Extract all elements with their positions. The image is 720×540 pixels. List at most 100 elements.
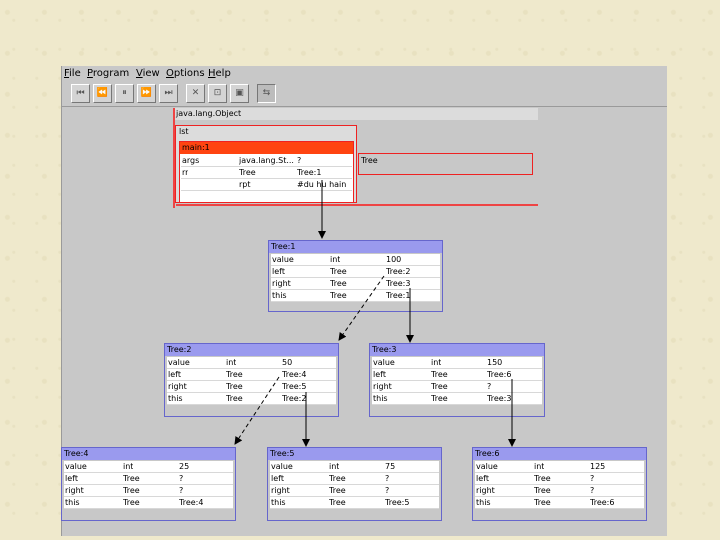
menu-help[interactable]: Help bbox=[208, 66, 231, 82]
tree-node-frame: Tree:5 value int 75 left Tree? right Tree? this T… bbox=[267, 447, 442, 521]
zoom-icon[interactable]: ⊡ bbox=[208, 84, 227, 103]
tree-node-cell: Tree bbox=[534, 498, 551, 507]
step-back-icon[interactable]: ⏪ bbox=[93, 84, 112, 103]
tree-node-cell: this bbox=[373, 394, 388, 403]
menu-options[interactable]: Options bbox=[166, 66, 205, 82]
menu-bar: File Program View Options Help bbox=[62, 66, 667, 82]
rewind-icon[interactable]: ⏮ bbox=[71, 84, 90, 103]
tree-node-cell: int bbox=[330, 255, 341, 264]
tree-node-cell: right bbox=[476, 486, 495, 495]
main-row: args java.lang.St... ? bbox=[181, 155, 352, 167]
tree-node-cell: Tree bbox=[330, 267, 347, 276]
tree-node-cell: 100 bbox=[386, 255, 402, 264]
window-icon[interactable]: ▣ bbox=[230, 84, 249, 103]
tree-node-cell: this bbox=[272, 291, 287, 300]
main-cell: java.lang.St... bbox=[239, 156, 294, 165]
tree-node-cell: Tree:6 bbox=[590, 498, 615, 507]
main-cell: Tree:1 bbox=[297, 168, 322, 177]
tree-node-cell: Tree bbox=[123, 474, 140, 483]
tree-node-row: value int 50 bbox=[167, 357, 336, 369]
main-row: rpt #du hu hain bbox=[181, 179, 352, 191]
tree-node-cell: left bbox=[272, 267, 285, 276]
tree-node-row: left Tree? bbox=[64, 473, 233, 485]
tree-node-cell: 125 bbox=[590, 462, 606, 471]
tree-node-cell: Tree bbox=[534, 474, 551, 483]
tree-node-cell: Tree bbox=[329, 498, 346, 507]
tree-node-cell: ? bbox=[385, 474, 390, 483]
tree-node-cell: ? bbox=[179, 474, 184, 483]
tree-node-cell: value bbox=[271, 462, 293, 471]
tree-node-cell: Tree bbox=[534, 486, 551, 495]
tree-node-cell: left bbox=[65, 474, 78, 483]
step-forward-icon[interactable]: ⏩ bbox=[137, 84, 156, 103]
tree-node-cell: Tree bbox=[226, 394, 243, 403]
tree-node-cell: this bbox=[476, 498, 491, 507]
tree-node-cell: 50 bbox=[282, 358, 293, 367]
tree-node-row: value int 75 bbox=[270, 461, 439, 473]
lst-label: lst bbox=[179, 127, 189, 136]
tree-node-cell: Tree bbox=[329, 486, 346, 495]
tree-node-row: right Tree? bbox=[372, 381, 542, 393]
tree-node-cell: Tree bbox=[123, 498, 140, 507]
tree-node-frame: Tree:3 value int 150 left Tree Tree:6 right Tree… bbox=[369, 343, 545, 417]
tree-node-cell: right bbox=[168, 382, 187, 391]
tree-node-cell: Tree:2 bbox=[282, 394, 307, 403]
tree-node-cell: right bbox=[373, 382, 392, 391]
menu-program[interactable]: Program bbox=[87, 66, 129, 82]
tree-node-cell: value bbox=[168, 358, 190, 367]
tree-node-cell: int bbox=[226, 358, 237, 367]
pause-icon[interactable]: ⏸ bbox=[115, 84, 134, 103]
tree-node-row: this Tree Tree:5 bbox=[270, 497, 439, 509]
layout-icon[interactable]: ⇆ bbox=[257, 84, 276, 103]
menu-file[interactable]: File bbox=[64, 66, 81, 82]
tree-node-cell: Tree bbox=[226, 382, 243, 391]
tree-node-cell: left bbox=[476, 474, 489, 483]
tree-node-title: Tree:2 bbox=[165, 344, 338, 356]
tree-node-title: Tree:5 bbox=[268, 448, 441, 460]
tree-node-cell: right bbox=[65, 486, 84, 495]
tree-node-cell: value bbox=[373, 358, 395, 367]
tree-node-title: Tree:1 bbox=[269, 241, 442, 253]
main-frame: main:1 args java.lang.St... ? rr Tree Tr… bbox=[179, 141, 354, 203]
tree-node-row: left Tree? bbox=[270, 473, 439, 485]
tree-node-cell: this bbox=[271, 498, 286, 507]
tree-node-cell: Tree:4 bbox=[282, 370, 307, 379]
main-cell: args bbox=[182, 156, 200, 165]
menu-view[interactable]: View bbox=[136, 66, 160, 82]
tree-node-cell: Tree:3 bbox=[487, 394, 512, 403]
tree-node-cell: value bbox=[272, 255, 294, 264]
tree-node-cell: Tree:1 bbox=[386, 291, 411, 300]
tree-node-row: left Tree Tree:4 bbox=[167, 369, 336, 381]
tree-node-cell: 150 bbox=[487, 358, 503, 367]
main-cell: Tree bbox=[239, 168, 256, 177]
tree-node-cell: ? bbox=[385, 486, 390, 495]
tree-node-row: this Tree Tree:1 bbox=[271, 290, 440, 302]
tree-node-cell: Tree bbox=[431, 382, 448, 391]
fast-forward-icon[interactable]: ⏭ bbox=[159, 84, 178, 103]
main-row: rr Tree Tree:1 bbox=[181, 167, 352, 179]
tree-node-row: value int 125 bbox=[475, 461, 644, 473]
tree-node-row: right Tree? bbox=[270, 485, 439, 497]
tree-node-cell: Tree bbox=[123, 486, 140, 495]
tree-node-title: Tree:6 bbox=[473, 448, 646, 460]
tree-node-row: left Tree? bbox=[475, 473, 644, 485]
tree-node-frame: Tree:1 value int 100 left Tree Tree:2 right Tree… bbox=[268, 240, 443, 312]
tree-node-cell: Tree:4 bbox=[179, 498, 204, 507]
toolbar: ⏮ ⏪ ⏸ ⏩ ⏭ ✕ ⊡ ▣ ⇆ bbox=[62, 82, 667, 107]
tree-node-cell: Tree:5 bbox=[282, 382, 307, 391]
tree-node-row: right Tree? bbox=[475, 485, 644, 497]
tree-node-cell: right bbox=[272, 279, 291, 288]
tree-node-row: this Tree Tree:6 bbox=[475, 497, 644, 509]
tree-node-cell: Tree:6 bbox=[487, 370, 512, 379]
tree-node-row: this Tree Tree:3 bbox=[372, 393, 542, 405]
tree-node-row: right Tree Tree:3 bbox=[271, 278, 440, 290]
tree-label-box: Tree bbox=[358, 153, 533, 175]
tree-node-cell: Tree:2 bbox=[386, 267, 411, 276]
tree-node-cell: left bbox=[373, 370, 386, 379]
close-icon[interactable]: ✕ bbox=[186, 84, 205, 103]
tree-node-row: this Tree Tree:2 bbox=[167, 393, 336, 405]
main-cell: rpt bbox=[239, 180, 251, 189]
tree-node-cell: ? bbox=[590, 486, 595, 495]
tree-node-cell: ? bbox=[590, 474, 595, 483]
tree-node-cell: Tree bbox=[431, 394, 448, 403]
